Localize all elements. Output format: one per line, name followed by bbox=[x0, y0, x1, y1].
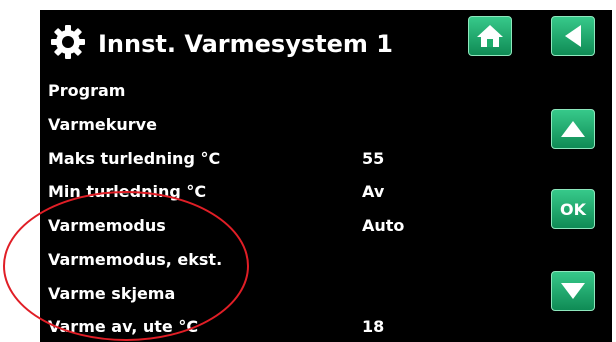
home-icon bbox=[477, 25, 503, 47]
menu-item-label: Varmekurve bbox=[48, 115, 157, 134]
menu-item-value: Av bbox=[362, 182, 385, 201]
scroll-up-button[interactable] bbox=[551, 109, 595, 149]
home-button[interactable] bbox=[468, 16, 512, 56]
back-arrow-icon bbox=[565, 25, 581, 47]
menu-item-label: Min turledning °C bbox=[48, 182, 207, 201]
scroll-down-button[interactable] bbox=[551, 271, 595, 311]
menu-item-value: 55 bbox=[362, 149, 385, 168]
back-button[interactable] bbox=[551, 16, 595, 56]
menu-item-label: Varmemodus, ekst. bbox=[48, 250, 223, 269]
menu-item-label: Varmemodus bbox=[48, 216, 166, 235]
menu-item-value: 18 bbox=[362, 317, 385, 336]
menu-item-label: Varme av, ute °C bbox=[48, 317, 199, 336]
page-title: Innst. Varmesystem 1 bbox=[98, 30, 393, 58]
menu-item-label: Program bbox=[48, 81, 126, 100]
ok-button[interactable]: OK bbox=[551, 189, 595, 229]
menu-item-label: Maks turledning °C bbox=[48, 149, 221, 168]
up-arrow-icon bbox=[561, 121, 585, 137]
gear-icon bbox=[50, 24, 86, 60]
down-arrow-icon bbox=[561, 283, 585, 299]
ok-button-label: OK bbox=[560, 199, 586, 219]
menu-item-value: Auto bbox=[362, 216, 405, 235]
display-screen: Innst. Varmesystem 1 OK Program Varmekur… bbox=[40, 10, 612, 342]
menu-item-label: Varme skjema bbox=[48, 284, 176, 303]
